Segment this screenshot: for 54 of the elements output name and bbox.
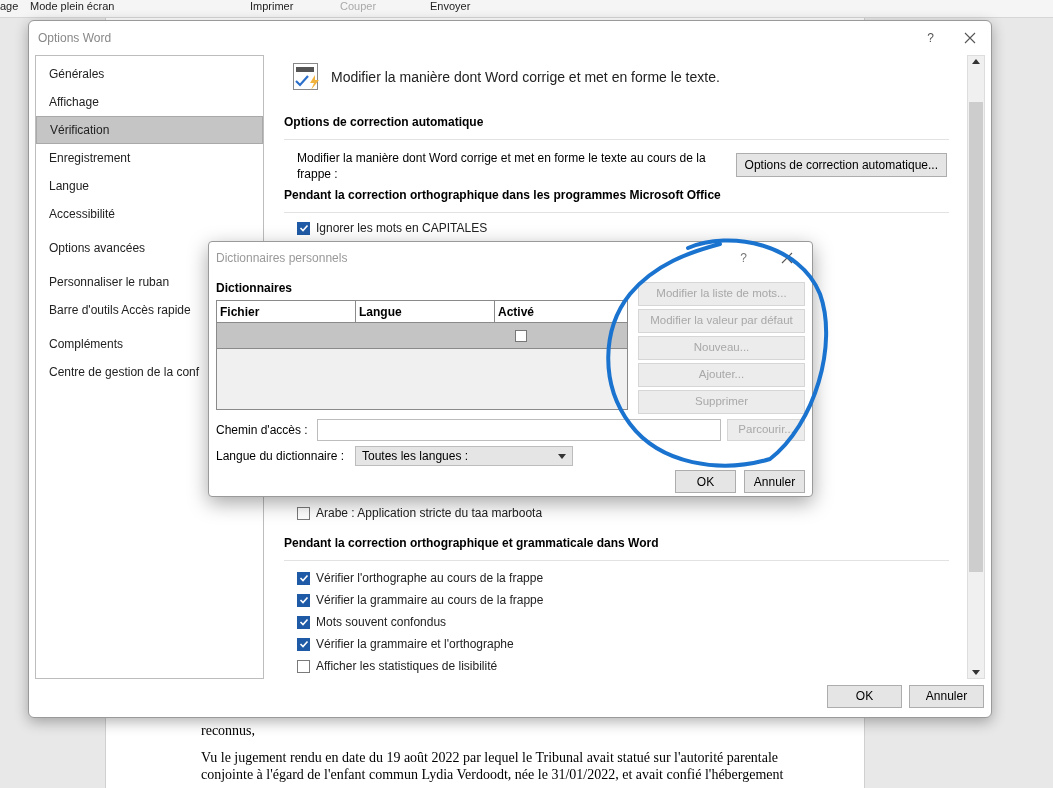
- option-label: Vérifier la grammaire et l'orthographe: [316, 636, 514, 653]
- scroll-up-icon[interactable]: [972, 58, 980, 64]
- section-title: Options de correction automatique: [284, 113, 949, 140]
- checkbox[interactable]: [297, 615, 310, 629]
- section-title: Pendant la correction orthographique dans les programmes Microsoft Office: [284, 186, 949, 213]
- checkbox[interactable]: [297, 637, 310, 651]
- close-icon[interactable]: [781, 252, 793, 264]
- section-title: Dictionnaires: [216, 280, 294, 297]
- ribbon-item[interactable]: Envoyer: [430, 0, 520, 13]
- dropdown-caret-icon: [558, 453, 566, 459]
- sidebar-item[interactable]: Vérification: [36, 116, 263, 144]
- checkbox[interactable]: [297, 659, 310, 673]
- section-title: Pendant la correction orthographique et grammaticale dans Word: [284, 534, 949, 561]
- ribbon-item[interactable]: age: [0, 0, 30, 13]
- sidebar-item[interactable]: Enregistrement: [36, 144, 263, 172]
- path-field[interactable]: [316, 419, 722, 441]
- dialog-button[interactable]: Annuler: [744, 470, 805, 493]
- field-label: Langue du dictionnaire :: [216, 448, 346, 465]
- sidebar-item[interactable]: Accessibilité: [36, 200, 263, 228]
- dialog-button[interactable]: Annuler: [909, 684, 984, 708]
- option-label: Arabe : Application stricte du taa marboota: [316, 505, 543, 522]
- option-label: Vérifier la grammaire au cours de la frappe: [316, 592, 544, 609]
- field-label: Chemin d'accès :: [216, 422, 309, 439]
- help-button[interactable]: ?: [927, 29, 934, 47]
- ribbon-item[interactable]: Imprimer: [250, 0, 340, 13]
- scrollbar[interactable]: [967, 55, 985, 679]
- sidebar-item[interactable]: Générales: [36, 60, 263, 88]
- option-label: Ignorer les mots en CAPITALES: [316, 220, 488, 237]
- option-label: Afficher les statistiques de lisibilité: [316, 658, 498, 675]
- document-text: reconnus,: [201, 722, 257, 739]
- close-icon[interactable]: [964, 32, 976, 44]
- sidebar-item[interactable]: Langue: [36, 172, 263, 200]
- dialog-button[interactable]: OK: [675, 470, 736, 493]
- checkbox[interactable]: [297, 593, 310, 607]
- document-text: conjointe à l'égard de l'enfant commun Lydia Verdoodt, née le 31/01/2022, et avait confié l'hébergement: [201, 766, 784, 783]
- dialog-title: Dictionnaires personnels: [216, 250, 348, 267]
- dialog-button[interactable]: OK: [827, 684, 902, 708]
- scroll-thumb[interactable]: [969, 102, 983, 572]
- option-label: Mots souvent confondus: [316, 614, 447, 631]
- checkbox[interactable]: [297, 221, 310, 235]
- checkbox[interactable]: [515, 329, 527, 342]
- checkbox[interactable]: [297, 506, 310, 520]
- document-text: Vu le jugement rendu en date du 19 août 2022 par lequel le Tribunal avait statué sur l'autorité parentale: [201, 749, 780, 766]
- window-title: Options Word: [38, 30, 112, 47]
- autocorrect-options-button[interactable]: Options de correction automatique...: [735, 153, 947, 177]
- help-button[interactable]: ?: [740, 249, 747, 267]
- ribbon-item[interactable]: Mode plein écran: [30, 0, 170, 13]
- page-heading: Modifier la manière dont Word corrige et met en forme le texte.: [331, 67, 720, 87]
- sidebar-item[interactable]: Affichage: [36, 88, 263, 116]
- language-dropdown[interactable]: Toutes les langues :: [355, 446, 573, 466]
- section-description: Modifier la manière dont Word corrige et met en forme le texte au cours de la frappe :: [297, 150, 707, 182]
- checkbox[interactable]: [297, 571, 310, 585]
- option-label: Vérifier l'orthographe au cours de la frappe: [316, 570, 544, 587]
- scroll-down-icon[interactable]: [972, 670, 980, 676]
